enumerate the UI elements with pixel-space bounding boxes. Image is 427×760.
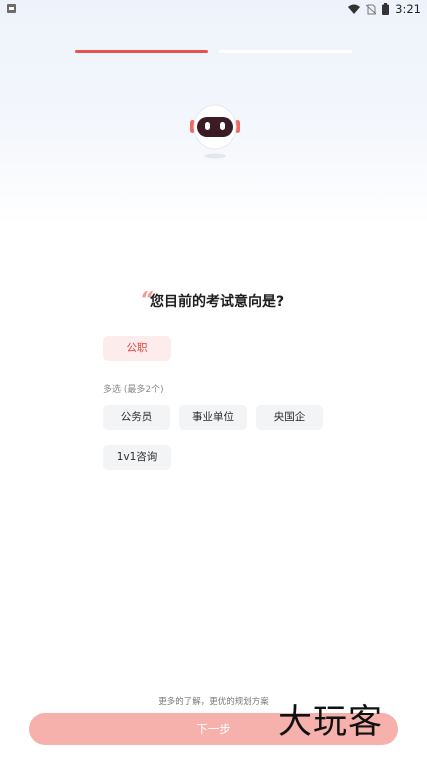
robot-mascot-icon — [190, 104, 240, 159]
battery-icon — [382, 3, 390, 15]
option-1v1-consult[interactable]: 1v1咨询 — [103, 445, 171, 470]
status-bar: 3:21 — [0, 0, 427, 18]
option-gongzhi[interactable]: 公职 — [103, 336, 171, 361]
no-sim-icon — [366, 4, 377, 14]
progress-step-active — [75, 50, 208, 53]
option-civil-servant[interactable]: 公务员 — [103, 405, 170, 430]
option-public-institution[interactable]: 事业单位 — [179, 405, 247, 430]
option-state-enterprise[interactable]: 央国企 — [256, 405, 323, 430]
watermark-logo: 大玩客 — [278, 702, 383, 742]
multi-select-hint: 多选 (最多2个) — [103, 385, 164, 395]
clock: 3:21 — [395, 2, 421, 16]
wifi-icon — [348, 4, 361, 14]
question-heading: “ 您目前的考试意向是? — [138, 287, 358, 313]
progress-step-inactive — [219, 50, 352, 53]
gallery-notification-icon — [7, 4, 16, 13]
question-text: 您目前的考试意向是? — [150, 294, 285, 310]
